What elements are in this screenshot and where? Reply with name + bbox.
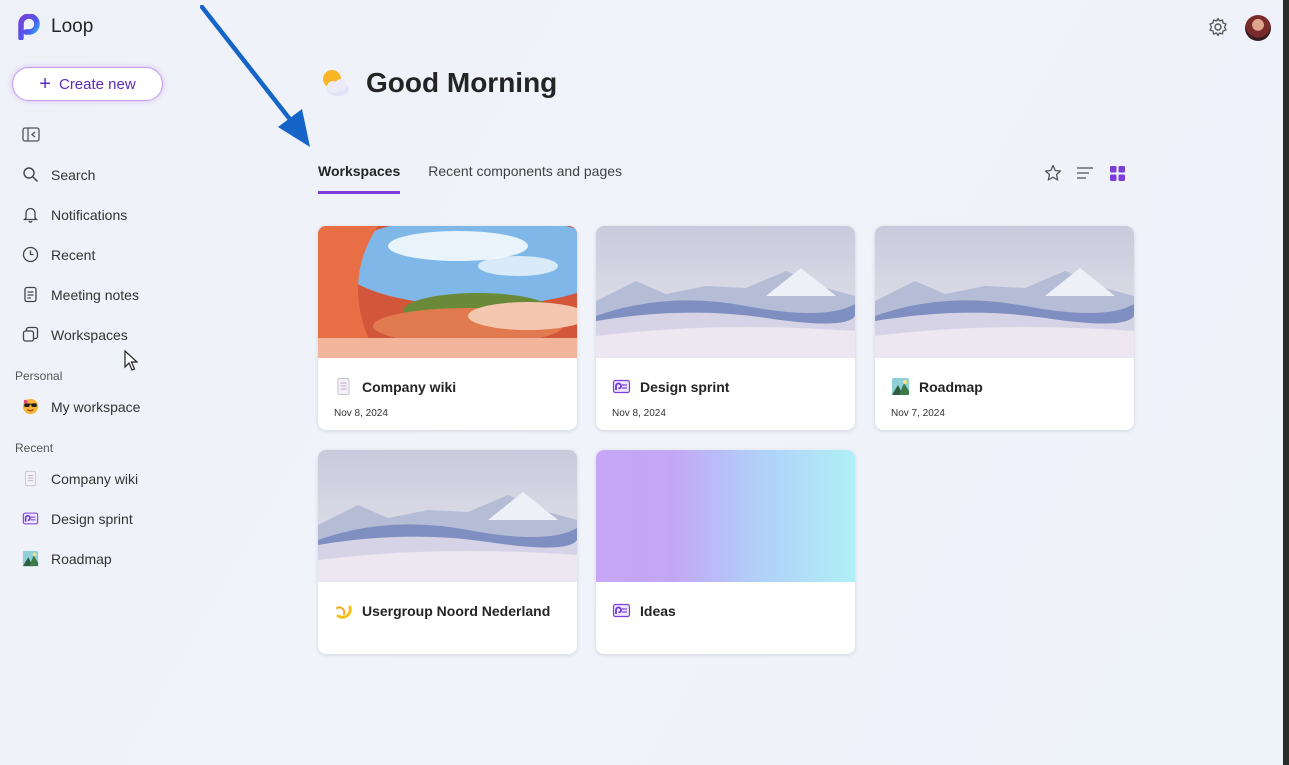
grid-view-icon[interactable] [1107,163,1127,183]
sun-behind-cloud-icon [323,70,349,96]
plus-icon: + [39,73,51,95]
document-icon [337,378,350,395]
bell-icon [22,207,39,223]
sidebar-item-recent[interactable]: Recent [22,246,95,263]
card-date: Nov 8, 2024 [612,408,666,419]
sidebar-item-my-workspace[interactable]: My workspace [22,398,140,415]
landscape-icon [22,550,39,567]
sidebar-item-meeting-notes[interactable]: Meeting notes [22,286,139,303]
loop-page-icon [612,379,631,394]
workspace-card-company-wiki[interactable]: Company wiki Nov 8, 2024 [318,226,577,430]
sidebar-item-notifications[interactable]: Notifications [22,206,127,223]
collapse-sidebar-icon[interactable] [22,127,40,142]
sidebar-item-label: Recent [51,246,96,263]
view-toolbar [1043,163,1127,183]
loop-page-icon [612,603,631,618]
recent-section-label: Recent [15,441,54,455]
brand[interactable]: Loop [17,14,93,40]
sidebar-item-design-sprint[interactable]: Design sprint [22,510,133,527]
tab-bar: Workspaces Recent components and pages [318,163,622,194]
sidebar-item-label: Notifications [51,206,128,223]
card-title: Company wiki [362,378,457,395]
sidebar-item-company-wiki[interactable]: Company wiki [22,470,138,487]
list-view-icon[interactable] [1075,163,1095,183]
sidebar-item-workspaces[interactable]: Workspaces [22,326,128,343]
tab-workspaces[interactable]: Workspaces [318,163,401,194]
sidebar-item-search[interactable]: Search [22,166,95,183]
card-cover-image [318,450,577,582]
workspace-card-ideas[interactable]: Ideas [596,450,855,654]
notes-icon [24,286,37,303]
loop-logo-icon [18,14,40,40]
sidebar: Loop + Create new Search Notifications R… [0,0,260,765]
create-new-button[interactable]: + Create new [12,67,163,101]
workspace-card-design-sprint[interactable]: Design sprint Nov 8, 2024 [596,226,855,430]
tab-recent-components[interactable]: Recent components and pages [428,163,622,194]
personal-section-label: Personal [15,369,63,383]
sidebar-item-label: My workspace [51,398,141,415]
clock-icon [22,246,39,263]
sidebar-item-roadmap[interactable]: Roadmap [22,550,112,567]
document-icon [25,470,36,487]
user-avatar[interactable] [1245,15,1271,41]
lemon-icon [336,605,352,619]
card-title: Usergroup Noord Nederland [362,602,551,619]
sidebar-item-label: Search [51,166,96,183]
settings-gear-icon[interactable] [1208,17,1228,37]
window-edge [1283,0,1289,765]
mouse-cursor-icon [124,350,138,371]
workspace-card-roadmap[interactable]: Roadmap Nov 7, 2024 [875,226,1134,430]
greeting: Good Morning [318,66,557,100]
sidebar-item-label: Design sprint [51,510,133,527]
card-title: Ideas [640,602,676,619]
card-date: Nov 7, 2024 [891,408,945,419]
loop-page-icon [22,512,39,525]
card-cover-image [596,450,855,582]
page-title: Good Morning [366,67,558,98]
star-icon[interactable] [1043,163,1063,183]
app-name: Loop [51,16,94,37]
workspace-card-usergroup[interactable]: Usergroup Noord Nederland [318,450,577,654]
sidebar-item-label: Roadmap [51,550,112,567]
card-date: Nov 8, 2024 [334,408,388,419]
card-title: Design sprint [640,378,730,395]
search-icon [23,167,39,183]
card-cover-image [596,226,855,358]
sunglasses-emoji-icon [22,398,39,415]
sidebar-item-label: Company wiki [51,470,139,487]
card-cover-image [875,226,1134,358]
workspaces-icon [22,326,39,342]
landscape-icon [892,378,909,395]
card-cover-image [318,226,577,358]
create-new-label: Create new [58,75,136,93]
card-title: Roadmap [919,378,983,395]
sidebar-item-label: Meeting notes [51,286,139,303]
sidebar-item-label: Workspaces [51,326,128,343]
